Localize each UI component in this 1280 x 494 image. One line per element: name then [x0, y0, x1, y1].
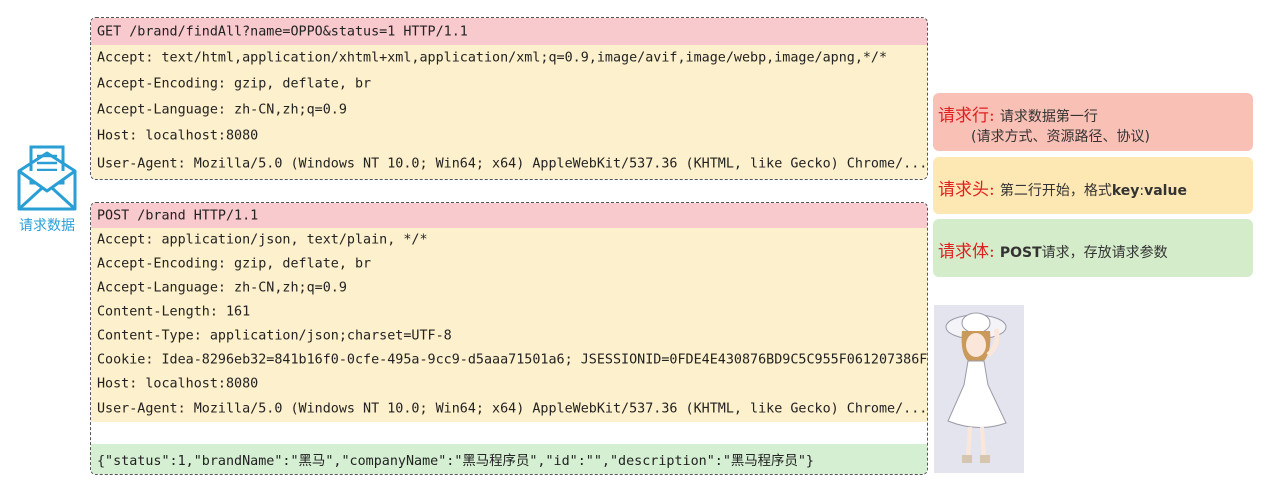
- get-header-user-agent: User-Agent: Mozilla/5.0 (Windows NT 10.0…: [91, 149, 927, 179]
- legend-request-line: 请求行: 请求数据第一行 (请求方式、资源路径、协议): [933, 93, 1253, 151]
- legend-request-header: 请求头: 第二行开始，格式key:value: [933, 157, 1253, 214]
- get-header-host: Host: localhost:8080: [91, 123, 927, 149]
- post-header-host: Host: localhost:8080: [91, 372, 927, 396]
- legend-request-line-title: 请求行:: [938, 106, 995, 126]
- post-header-cookie: Cookie: Idea-8296eb32=841b16f0-0cfe-495a…: [91, 348, 927, 372]
- legend-request-header-title: 请求头:: [938, 180, 995, 200]
- get-header-accept: Accept: text/html,application/xhtml+xml,…: [91, 45, 927, 71]
- get-request-box: GET /brand/findAll?name=OPPO&status=1 HT…: [90, 17, 928, 180]
- get-request-line: GET /brand/findAll?name=OPPO&status=1 HT…: [91, 18, 927, 45]
- post-request-line: POST /brand HTTP/1.1: [91, 203, 927, 228]
- request-data-label: 请求数据: [19, 218, 75, 234]
- post-header-accept-encoding: Accept-Encoding: gzip, deflate, br: [91, 252, 927, 276]
- post-header-content-length: Content-Length: 161: [91, 300, 927, 324]
- legend-request-line-desc: 请求数据第一行: [999, 109, 1098, 125]
- envelope-icon: [17, 145, 77, 211]
- post-header-accept-language: Accept-Language: zh-CN,zh;q=0.9: [91, 276, 927, 300]
- legend-request-body-title: 请求体:: [938, 242, 995, 262]
- post-header-user-agent: User-Agent: Mozilla/5.0 (Windows NT 10.0…: [91, 396, 927, 422]
- get-header-accept-language: Accept-Language: zh-CN,zh;q=0.9: [91, 97, 927, 123]
- get-header-accept-encoding: Accept-Encoding: gzip, deflate, br: [91, 71, 927, 97]
- legend-request-body: 请求体: POST请求，存放请求参数: [933, 219, 1253, 277]
- post-header-accept: Accept: application/json, text/plain, */…: [91, 228, 927, 252]
- post-request-box: POST /brand HTTP/1.1 Accept: application…: [90, 202, 928, 475]
- girl-illustration: [934, 305, 1024, 473]
- request-data-icon-group: 请求数据: [14, 143, 80, 235]
- post-header-content-type: Content-Type: application/json;charset=U…: [91, 324, 927, 348]
- post-request-body: {"status":1,"brandName":"黑马","companyNam…: [91, 444, 927, 474]
- post-blank-line: [91, 422, 927, 444]
- legend-request-line-desc2: (请求方式、资源路径、协议): [971, 129, 1150, 145]
